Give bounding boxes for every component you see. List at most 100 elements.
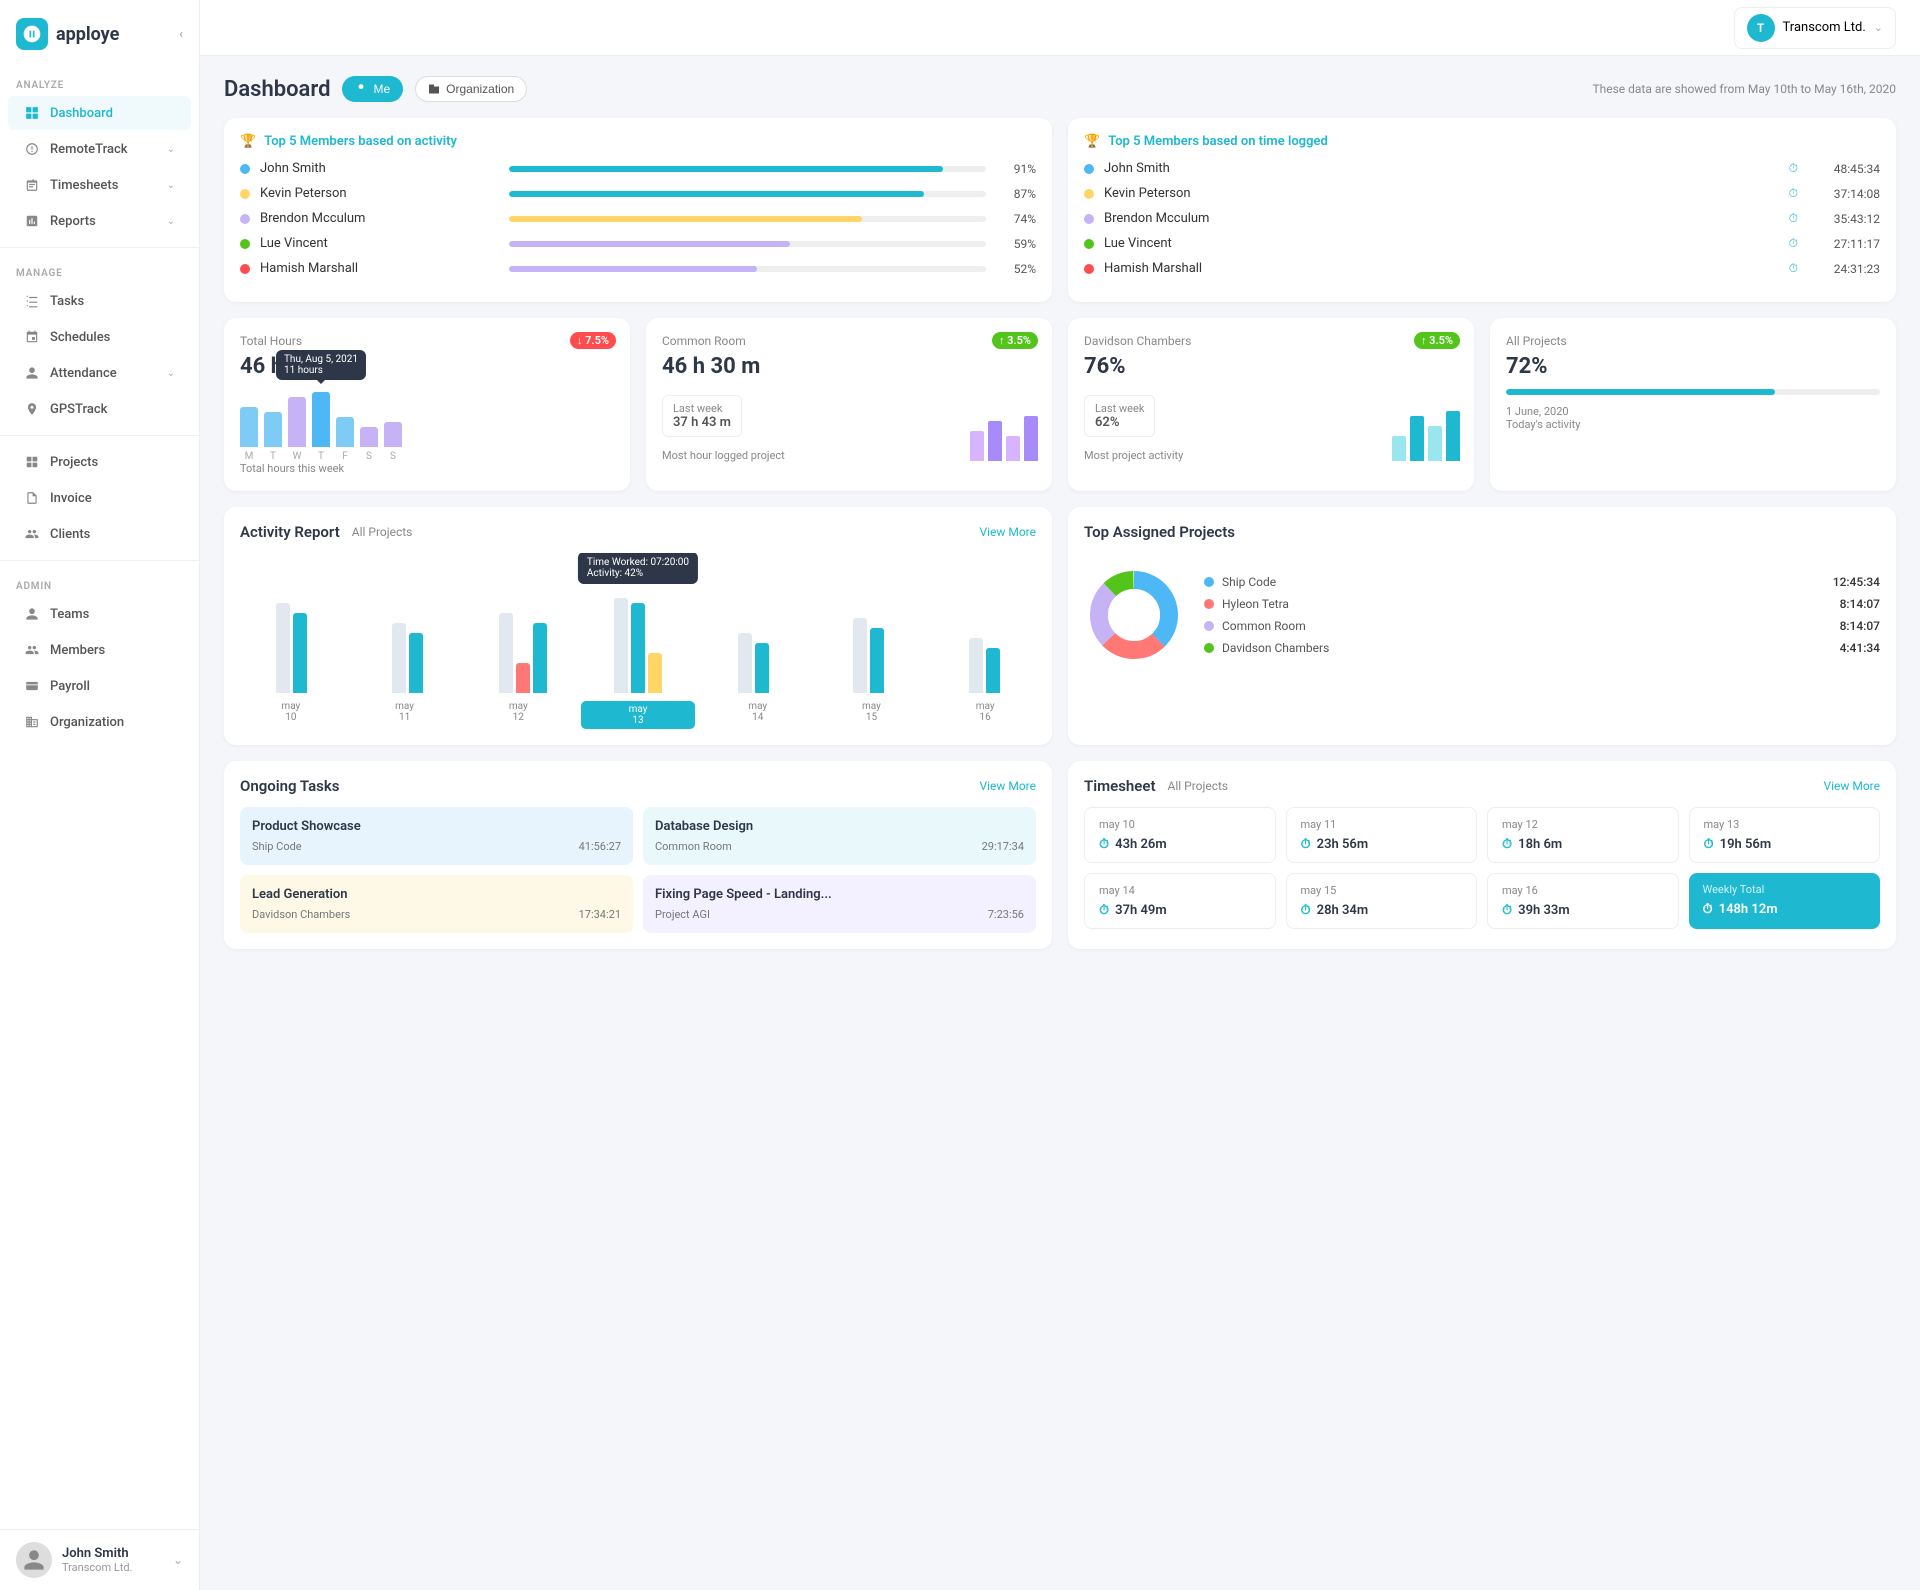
clock-icon: ⏱	[1704, 837, 1714, 852]
sidebar-item-organization[interactable]: Organization	[8, 705, 191, 739]
activity-date-label: may11	[354, 701, 456, 729]
progress-fill	[509, 241, 791, 247]
donut-chart	[1084, 565, 1184, 665]
member-time: 35:43:12	[1816, 212, 1880, 226]
timesheet-view-more[interactable]: View More	[1823, 779, 1880, 793]
gray-bar	[969, 638, 983, 693]
task-project: Project AGI	[655, 908, 710, 921]
top5-activity-title: 🏆 Top 5 Members based on activity	[240, 134, 1036, 149]
sidebar-item-label-projects: Projects	[50, 455, 175, 470]
activity-sub: All Projects	[352, 525, 413, 539]
tasks-icon	[24, 293, 40, 309]
total-hours-label: Total Hours	[240, 334, 614, 348]
main-content: T Transcom Ltd. ⌄ Dashboard Me Organizat…	[200, 0, 1920, 1590]
ts-date: may 14	[1099, 884, 1261, 897]
progress-bar	[509, 166, 986, 172]
member-row: Hamish Marshall 52%	[240, 261, 1036, 276]
clock-icon: ⏱	[1789, 236, 1798, 251]
activity-bars-container: Time Worked: 07:20:00 Activity: 42%	[240, 553, 1036, 693]
clock-icon: ⏱	[1789, 261, 1798, 276]
davidson-label: Davidson Chambers	[1084, 334, 1458, 348]
davidson-card: Davidson Chambers 76% ↑ 3.5% Last week 6…	[1068, 318, 1474, 491]
clock-icon: ⏱	[1789, 161, 1798, 176]
teal-bar	[293, 613, 307, 693]
top-projects-header: Top Assigned Projects	[1084, 523, 1880, 541]
davidson-subval: 62%	[1095, 415, 1144, 430]
trophy-icon: 🏆	[240, 134, 256, 149]
timesheet-item: may 11 ⏱ 23h 56m	[1286, 807, 1478, 863]
activity-view-more[interactable]: View More	[979, 525, 1036, 539]
member-dot	[240, 264, 250, 274]
organization-button[interactable]: Organization	[415, 76, 527, 102]
sidebar-item-payroll[interactable]: Payroll	[8, 669, 191, 703]
sidebar-item-timesheets[interactable]: Timesheets ⌄	[8, 168, 191, 202]
legend-name: Hyleon Tetra	[1222, 597, 1832, 611]
me-button[interactable]: Me	[342, 76, 403, 102]
bar-tue	[264, 412, 282, 447]
sidebar-item-remotetrack[interactable]: RemoteTrack ⌄	[8, 132, 191, 166]
clock-icon: ⏱	[1099, 903, 1109, 918]
collapse-button[interactable]: ‹	[179, 27, 183, 42]
sidebar-item-members[interactable]: Members	[8, 633, 191, 667]
task-card: Product Showcase Ship Code 41:56:27	[240, 807, 633, 865]
gray-bar	[392, 623, 406, 693]
sidebar-item-invoice[interactable]: Invoice	[8, 481, 191, 515]
task-card: Database Design Common Room 29:17:34	[643, 807, 1036, 865]
sidebar-item-clients[interactable]: Clients	[8, 517, 191, 551]
attendance-icon	[24, 365, 40, 381]
all-projects-date: 1 June, 2020	[1506, 405, 1880, 418]
member-dot	[1084, 164, 1094, 174]
ts-time: ⏱ 18h 6m	[1502, 837, 1664, 852]
activity-date-label: may16	[934, 701, 1036, 729]
member-dot	[1084, 239, 1094, 249]
sidebar-item-dashboard[interactable]: Dashboard	[8, 96, 191, 130]
bars-inner	[738, 633, 769, 693]
bars-inner	[969, 638, 1000, 693]
bar-mon	[240, 407, 258, 447]
common-room-badge: ↑ 3.5%	[992, 332, 1038, 349]
activity-report-card: Activity Report All Projects View More T…	[224, 507, 1052, 745]
ts-time: ⏱ 23h 56m	[1301, 837, 1463, 852]
activity-title: Activity Report	[240, 523, 340, 541]
clock-icon: ⏱	[1301, 903, 1311, 918]
timesheet-item: may 16 ⏱ 39h 33m	[1487, 873, 1679, 929]
user-chevron[interactable]: ⌄	[173, 1553, 183, 1567]
legend-item: Ship Code 12:45:34	[1204, 575, 1880, 589]
user-section: John Smith Transcom Ltd. ⌄	[0, 1529, 199, 1590]
teal-bar	[533, 623, 547, 693]
tasks-view-more[interactable]: View More	[979, 779, 1036, 793]
time-member-row: John Smith ⏱ 48:45:34	[1084, 161, 1880, 176]
sidebar-item-projects[interactable]: Projects	[8, 445, 191, 479]
task-sub: Ship Code 41:56:27	[252, 840, 621, 853]
davidson-badge: ↑ 3.5%	[1414, 332, 1460, 349]
top5-time-card: 🏆 Top 5 Members based on time logged Joh…	[1068, 118, 1896, 302]
trophy-icon-2: 🏆	[1084, 134, 1100, 149]
common-room-subval: 37 h 43 m	[673, 415, 731, 430]
all-projects-footer: Today's activity	[1506, 418, 1880, 431]
schedules-icon	[24, 329, 40, 345]
timesheet-item: may 14 ⏱ 37h 49m	[1084, 873, 1276, 929]
bars-inner	[853, 618, 884, 693]
sidebar-item-gpstrack[interactable]: GPSTrack	[8, 392, 191, 426]
sidebar-item-attendance[interactable]: Attendance ⌄	[8, 356, 191, 390]
member-row: Lue Vincent 59%	[240, 236, 1036, 251]
sidebar-item-label-reports: Reports	[50, 214, 157, 229]
ts-date: may 16	[1502, 884, 1664, 897]
sidebar-item-schedules[interactable]: Schedules	[8, 320, 191, 354]
donut-wrap: Ship Code 12:45:34 Hyleon Tetra 8:14:07 …	[1084, 553, 1880, 677]
sidebar-item-tasks[interactable]: Tasks	[8, 284, 191, 318]
act-bar-group	[933, 638, 1036, 693]
sidebar-item-reports[interactable]: Reports ⌄	[8, 204, 191, 238]
timesheet-item: may 15 ⏱ 28h 34m	[1286, 873, 1478, 929]
teal-bar	[631, 603, 645, 693]
org-name: Transcom Ltd.	[1783, 20, 1866, 35]
org-selector[interactable]: T Transcom Ltd. ⌄	[1734, 7, 1896, 49]
timesheet-item: may 12 ⏱ 18h 6m	[1487, 807, 1679, 863]
legend-item: Common Room 8:14:07	[1204, 619, 1880, 633]
activity-members-list: John Smith 91% Kevin Peterson 87% Brendo…	[240, 161, 1036, 276]
topbar: T Transcom Ltd. ⌄	[200, 0, 1920, 56]
user-company: Transcom Ltd.	[62, 1561, 132, 1574]
member-pct: 87%	[1004, 187, 1036, 201]
clock-icon: ⏱	[1502, 837, 1512, 852]
sidebar-item-teams[interactable]: Teams	[8, 597, 191, 631]
